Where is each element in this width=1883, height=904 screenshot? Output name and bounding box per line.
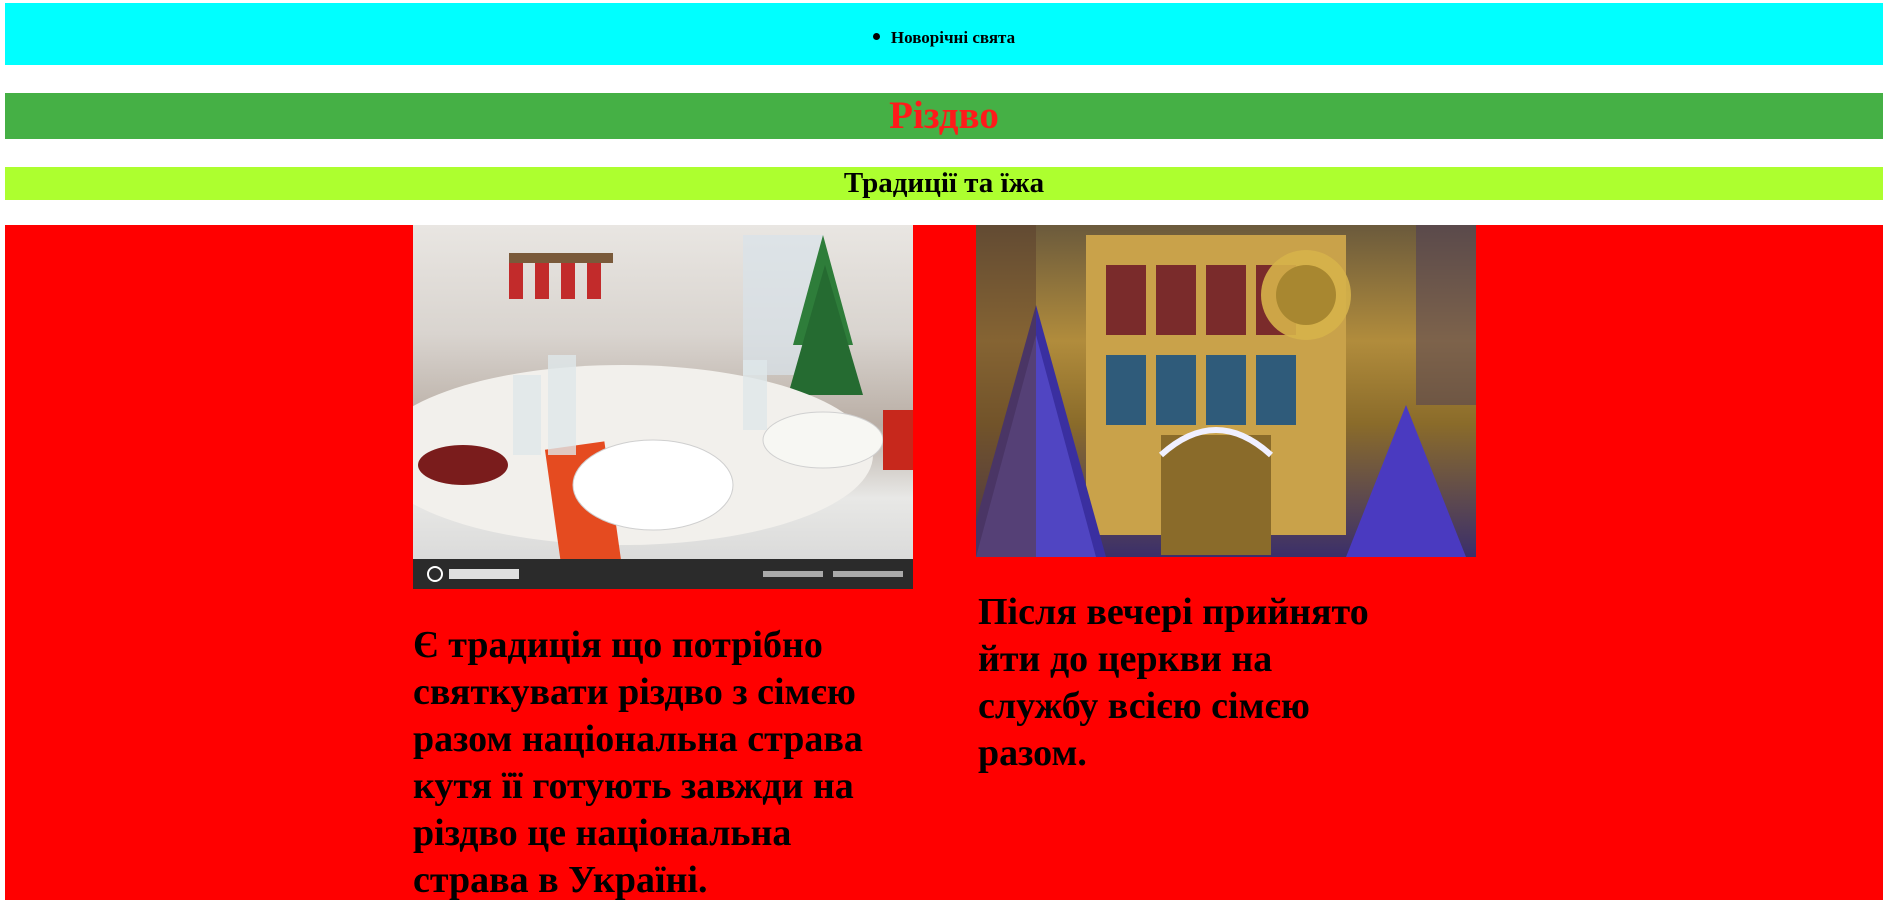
church-interior-photo [976,225,1476,557]
title-bar: Різдво [5,93,1883,139]
page-subtitle: Традиції та їжа [843,167,1045,199]
nav-bar: Новорічні свята [5,3,1883,65]
bullet-icon [872,33,880,40]
photo-icon [413,235,913,589]
tradition-caption: Є традиція що потрібно святкувати різдво… [413,624,863,901]
photo-icon [976,225,1476,557]
nav-item-label[interactable]: Новорічні свята [891,28,1015,47]
church-caption: Після вечері прийнято йти до церкви на с… [978,591,1369,774]
christmas-table-photo [413,225,913,589]
page-title: Різдво [889,94,999,137]
nav-item-new-year-holidays[interactable]: Новорічні свята [872,26,1015,50]
subtitle-bar: Традиції та їжа [5,167,1883,200]
content-section: Є традиція що потрібно святкувати різдво… [5,225,1883,901]
nav-list: Новорічні свята [5,3,1883,50]
